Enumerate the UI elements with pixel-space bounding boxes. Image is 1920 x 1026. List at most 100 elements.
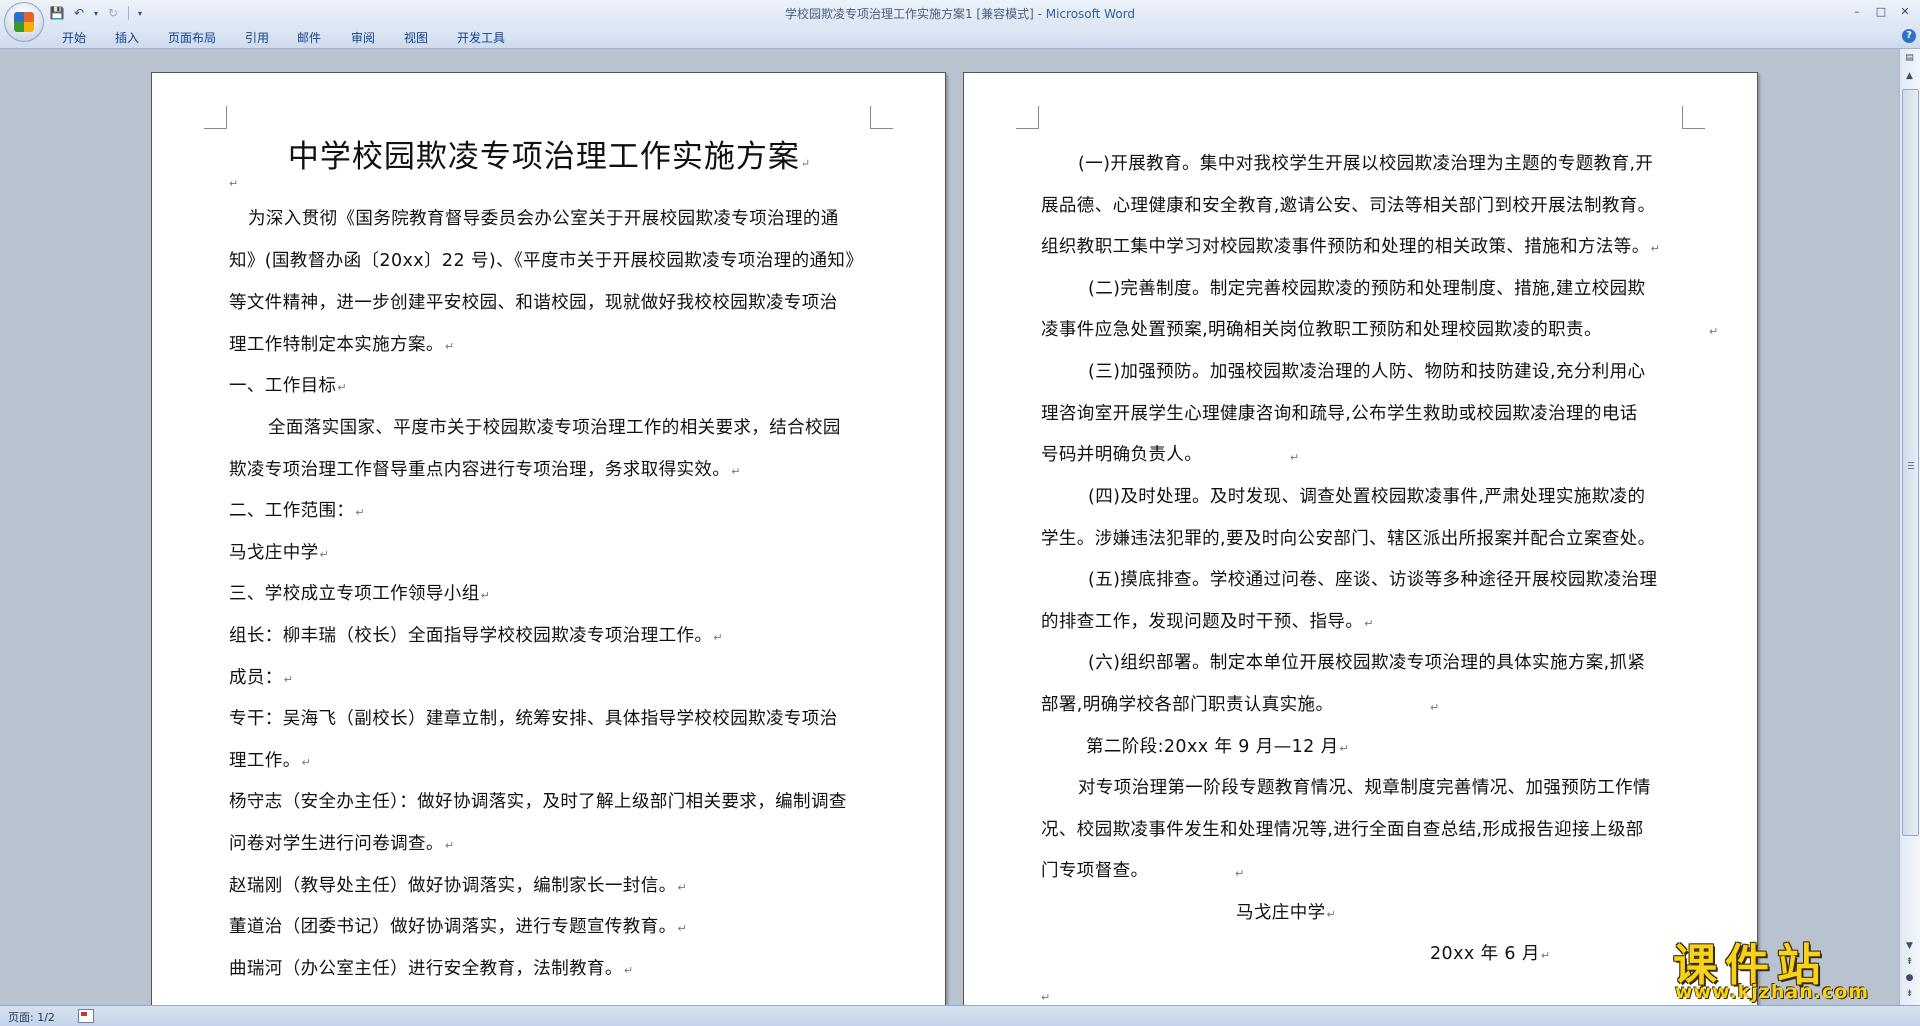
line-text: (五)摸底排查。学校通过问卷、座谈、访谈等多种途径开展校园欺凌治理 bbox=[1088, 570, 1658, 590]
app-name: Microsoft Word bbox=[1045, 7, 1136, 21]
line-text: 赵瑞刚（教导处主任）做好协调落实，编制家长一封信。 bbox=[229, 876, 677, 896]
tab-view[interactable]: 视图 bbox=[402, 29, 430, 46]
body-line: 况、校园欺凌事件发生和处理情况等,进行全面自查总结,形成报告迎接上级部 bbox=[1041, 819, 1644, 841]
document-page-2[interactable]: (一)开展教育。集中对我校学生开展以校园欺凌治理为主题的专题教育,开 展品德、心… bbox=[963, 72, 1758, 1005]
line-text: 欺凌专项治理工作督导重点内容进行专项治理，务求取得实效。 bbox=[229, 460, 731, 480]
proofing-icon[interactable] bbox=[78, 1009, 94, 1023]
body-line: 理咨询室开展学生心理健康咨询和疏导,公布学生救助或校园欺凌治理的电话 bbox=[1041, 403, 1638, 425]
body-line: 门专项督查。 bbox=[1041, 860, 1148, 882]
line-text: 理工作特制定本实施方案。 bbox=[229, 335, 444, 355]
line-text: 展品德、心理健康和安全教育,邀请公安、司法等相关部门到校开展法制教育。 bbox=[1041, 196, 1656, 216]
body-line: 专干：吴海飞（副校长）建章立制，统筹安排、具体指导学校校园欺凌专项治 bbox=[229, 708, 838, 730]
paragraph-mark: ↵ bbox=[444, 340, 455, 353]
paragraph-mark: ↵ bbox=[623, 964, 634, 977]
tab-developer[interactable]: 开发工具 bbox=[455, 29, 507, 46]
line-text: (四)及时处理。及时发现、调查处置校园欺凌事件,严肃处理实施欺凌的 bbox=[1088, 487, 1646, 507]
body-line: 学生。涉嫌违法犯罪的,要及时向公安部门、辖区派出所报案并配合立案查处。 bbox=[1041, 528, 1656, 550]
line-text: 20xx 年 6 月 bbox=[1430, 944, 1540, 964]
body-line: (三)加强预防。加强校园欺凌治理的人防、物防和技防建设,充分利用心 bbox=[1088, 361, 1645, 383]
line-text: 一、工作目标 bbox=[229, 376, 337, 396]
body-line: (一)开展教育。集中对我校学生开展以校园欺凌治理为主题的专题教育,开 bbox=[1078, 153, 1653, 175]
line-text: 况、校园欺凌事件发生和处理情况等,进行全面自查总结,形成报告迎接上级部 bbox=[1041, 820, 1644, 840]
paragraph-mark: ↵ bbox=[800, 157, 812, 170]
minimize-button[interactable]: – bbox=[1846, 2, 1868, 20]
tab-references[interactable]: 引用 bbox=[243, 29, 271, 46]
body-line: (四)及时处理。及时发现、调查处置校园欺凌事件,严肃处理实施欺凌的 bbox=[1088, 486, 1645, 508]
paragraph-mark: ↵ bbox=[283, 673, 294, 686]
tab-mailings[interactable]: 邮件 bbox=[295, 29, 323, 46]
line-text: (二)完善制度。制定完善校园欺凌的预防和处理制度、措施,建立校园欺 bbox=[1088, 279, 1646, 299]
tab-review[interactable]: 审阅 bbox=[349, 29, 377, 46]
section-heading: 一、工作目标↵ bbox=[229, 375, 347, 399]
body-line: 马戈庄中学↵ bbox=[229, 542, 329, 566]
body-line: 成员：↵ bbox=[229, 667, 293, 691]
window-controls: – □ ✕ bbox=[1846, 2, 1916, 20]
grip-icon bbox=[1908, 462, 1914, 463]
paragraph-mark: ↵ bbox=[731, 465, 741, 478]
line-text: (三)加强预防。加强校园欺凌治理的人防、物防和技防建设,充分利用心 bbox=[1088, 362, 1646, 382]
paragraph-mark: ↵ bbox=[319, 548, 330, 561]
line-text: 学生。涉嫌违法犯罪的,要及时向公安部门、辖区派出所报案并配合立案查处。 bbox=[1041, 529, 1656, 549]
body-line: 凌事件应急处置预案,明确相关岗位教职工预防和处理校园欺凌的职责。 bbox=[1041, 319, 1602, 341]
next-page-icon[interactable]: ⇟ bbox=[1902, 987, 1917, 1002]
line-text: 全面落实国家、平度市关于校园欺凌专项治理工作的相关要求，结合校园 bbox=[268, 418, 841, 438]
paragraph-mark: ↵ bbox=[677, 922, 688, 935]
line-text: 马戈庄中学 bbox=[229, 543, 319, 563]
line-text: 第二阶段:20xx 年 9 月—12 月 bbox=[1086, 737, 1339, 757]
paragraph-mark: ↵ bbox=[1540, 949, 1551, 962]
select-browse-object-icon[interactable]: ● bbox=[1902, 971, 1917, 986]
tab-page-layout[interactable]: 页面布局 bbox=[166, 29, 218, 46]
previous-page-icon[interactable]: ⇞ bbox=[1902, 955, 1917, 970]
line-text: 号码并明确负责人。 bbox=[1041, 445, 1203, 465]
document-page-1[interactable]: 中学校园欺凌专项治理工作实施方案↵ ↵ 为深入贯彻《国务院教育督导委员会办公室关… bbox=[151, 72, 946, 1005]
scrollbar-thumb[interactable] bbox=[1902, 89, 1919, 836]
body-line: 问卷对学生进行问卷调查。↵ bbox=[229, 833, 454, 857]
paragraph-mark: ↵ bbox=[1290, 451, 1300, 464]
body-line: 理工作。↵ bbox=[229, 750, 311, 774]
line-text: 成员： bbox=[229, 668, 283, 688]
crop-mark bbox=[204, 106, 227, 129]
section-heading: 三、学校成立专项工作领导小组↵ bbox=[229, 583, 490, 607]
body-line: 组长：柳丰瑞（校长）全面指导学校校园欺凌专项治理工作。↵ bbox=[229, 625, 723, 649]
paragraph-mark: ↵ bbox=[1326, 908, 1337, 921]
line-text: 为深入贯彻《国务院教育督导委员会办公室关于开展校园欺凌专项治理的通 bbox=[248, 209, 839, 229]
line-text: 三、学校成立专项工作领导小组 bbox=[229, 584, 480, 604]
paragraph-mark: ↵ bbox=[355, 506, 365, 519]
ruler-toggle-icon[interactable]: ▤ bbox=[1902, 51, 1917, 66]
scroll-up-icon[interactable]: ▲ bbox=[1902, 69, 1917, 84]
paragraph-mark: ↵ bbox=[444, 839, 455, 852]
section-heading: 二、工作范围：↵ bbox=[229, 500, 365, 524]
body-line: 杨守志（安全办主任）：做好协调落实，及时了解上级部门相关要求，编制调查 bbox=[229, 791, 847, 813]
body-line: 为深入贯彻《国务院教育督导委员会办公室关于开展校园欺凌专项治理的通 bbox=[248, 208, 839, 230]
paragraph-mark: ↵ bbox=[480, 589, 491, 602]
document-title: 中学校园欺凌专项治理工作实施方案↵ bbox=[227, 131, 872, 176]
ribbon-tabs: 开始 插入 页面布局 引用 邮件 审阅 视图 开发工具 ? bbox=[0, 26, 1920, 49]
line-text: 专干：吴海飞（副校长）建章立制，统筹安排、具体指导学校校园欺凌专项治 bbox=[229, 709, 838, 729]
maximize-button[interactable]: □ bbox=[1870, 2, 1892, 20]
paragraph-mark: ↵ bbox=[1650, 242, 1661, 255]
line-text: 董道治（团委书记）做好协调落实，进行专题宣传教育。 bbox=[229, 917, 677, 937]
tab-insert[interactable]: 插入 bbox=[113, 29, 141, 46]
line-text: 理咨询室开展学生心理健康咨询和疏导,公布学生救助或校园欺凌治理的电话 bbox=[1041, 404, 1638, 424]
body-line: 欺凌专项治理工作督导重点内容进行专项治理，务求取得实效。↵ bbox=[229, 459, 741, 483]
paragraph-mark: ↵ bbox=[677, 881, 688, 894]
body-line: (二)完善制度。制定完善校园欺凌的预防和处理制度、措施,建立校园欺 bbox=[1088, 278, 1645, 300]
office-button[interactable] bbox=[4, 2, 44, 42]
page-count[interactable]: 页面: 1/2 bbox=[8, 1009, 55, 1025]
window-title: 学校园欺凌专项治理工作实施方案1 [兼容模式] - Microsoft Word bbox=[0, 5, 1920, 22]
close-button[interactable]: ✕ bbox=[1894, 2, 1916, 20]
tab-home[interactable]: 开始 bbox=[60, 29, 88, 46]
help-icon[interactable]: ? bbox=[1902, 29, 1916, 43]
vertical-scrollbar[interactable]: ▤ ▲ ▼ ⇞ ● ⇟ bbox=[1899, 49, 1920, 1005]
office-logo-icon bbox=[14, 12, 34, 32]
document-title-text: 中学校园欺凌专项治理工作实施方案 bbox=[287, 139, 800, 175]
line-text: 曲瑞河（办公室主任）进行安全教育，法制教育。 bbox=[229, 959, 623, 979]
paragraph-mark: ↵ bbox=[229, 177, 239, 190]
line-text: (六)组织部署。制定本单位开展校园欺凌专项治理的具体实施方案,抓紧 bbox=[1088, 653, 1646, 673]
body-line: 等文件精神，进一步创建平安校园、和谐校园，现就做好我校校园欺凌专项治 bbox=[229, 292, 838, 314]
scroll-down-icon[interactable]: ▼ bbox=[1902, 939, 1917, 954]
watermark-logo: 课件站 www.kjzhan.com bbox=[1665, 929, 1900, 1005]
paragraph-mark: ↵ bbox=[1235, 867, 1245, 880]
line-text: 部署,明确学校各部门职责认真实施。 bbox=[1041, 695, 1334, 715]
watermark-url: www.kjzhan.com bbox=[1675, 981, 1870, 1003]
